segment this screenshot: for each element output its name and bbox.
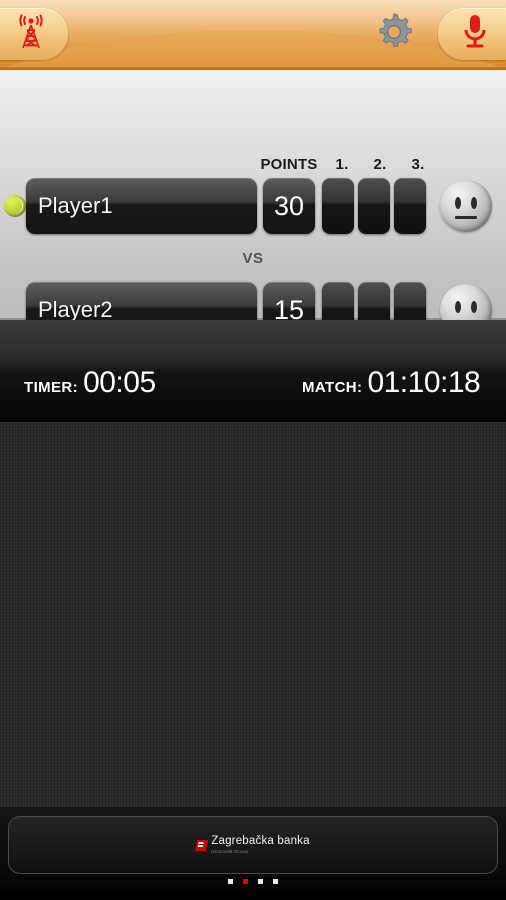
ad-title: Zagrebačka banka [211, 835, 310, 847]
player-points-value: 30 [273, 190, 305, 221]
microphone-icon [461, 13, 489, 56]
page-dot[interactable] [228, 879, 233, 884]
player-row: Player1 30 [0, 178, 506, 234]
point-timer[interactable]: TIMER: 00:05 [24, 366, 156, 400]
face-eye-right [471, 197, 477, 209]
scoreboard-panel: POINTS 1. 2. 3. Player1 30 VS Player2 15 [0, 70, 506, 338]
timer-bar: TIMER: 00:05 MATCH: 01:10:18 [0, 320, 506, 422]
player-set1-box[interactable] [322, 178, 354, 234]
top-bar-divider [0, 67, 506, 70]
player-name-label: Player1 [38, 193, 113, 218]
ad-area: Zagrebačka banka UniCredit Group [0, 807, 506, 900]
set2-column-header: 2. [373, 156, 387, 173]
face-mouth [455, 216, 477, 219]
tennis-scorekeeper-app: POINTS 1. 2. 3. Player1 30 VS Player2 15… [0, 0, 506, 900]
ad-subtitle: UniCredit Group [211, 848, 249, 854]
gear-icon [372, 10, 416, 59]
player-set3-box[interactable] [394, 178, 426, 234]
serve-indicator-ball [4, 195, 26, 217]
page-dot[interactable] [258, 879, 263, 884]
player-mood-face-icon[interactable] [440, 180, 492, 232]
action-button-grid: Serve Error Clear Undo Ace Serv [0, 422, 506, 900]
settings-button[interactable] [370, 10, 418, 58]
ad-text: Zagrebačka banka UniCredit Group [211, 835, 310, 854]
page-dot-active[interactable] [243, 879, 248, 884]
match-timer[interactable]: MATCH: 01:10:18 [302, 366, 481, 400]
page-indicator-dots [0, 879, 506, 884]
top-bar-sheen [0, 0, 506, 34]
point-timer-value: 00:05 [83, 366, 156, 399]
match-timer-value: 01:10:18 [367, 366, 481, 399]
microphone-button[interactable] [438, 8, 506, 60]
point-timer-label: TIMER: [24, 379, 79, 396]
match-timer-label: MATCH: [302, 379, 363, 396]
bank-logo-icon [195, 839, 209, 851]
score-column-headers: POINTS 1. 2. 3. [0, 156, 506, 174]
face-eye-left [455, 301, 461, 313]
set1-column-header: 1. [335, 156, 349, 173]
set3-column-header: 3. [411, 156, 425, 173]
vs-label: VS [242, 250, 264, 267]
face-eye-left [455, 197, 461, 209]
player-points-box[interactable]: 30 [263, 178, 315, 234]
player-name-field[interactable]: Player1 [26, 178, 257, 234]
player-set2-box[interactable] [358, 178, 390, 234]
ad-banner[interactable]: Zagrebačka banka UniCredit Group [8, 816, 498, 874]
radio-tower-icon [16, 14, 46, 55]
ad-logo: Zagrebačka banka UniCredit Group [195, 835, 310, 854]
broadcast-button[interactable] [0, 8, 68, 60]
top-bar [0, 0, 506, 70]
points-column-header: POINTS [260, 156, 318, 173]
page-dot[interactable] [273, 879, 278, 884]
face-eye-right [471, 301, 477, 313]
